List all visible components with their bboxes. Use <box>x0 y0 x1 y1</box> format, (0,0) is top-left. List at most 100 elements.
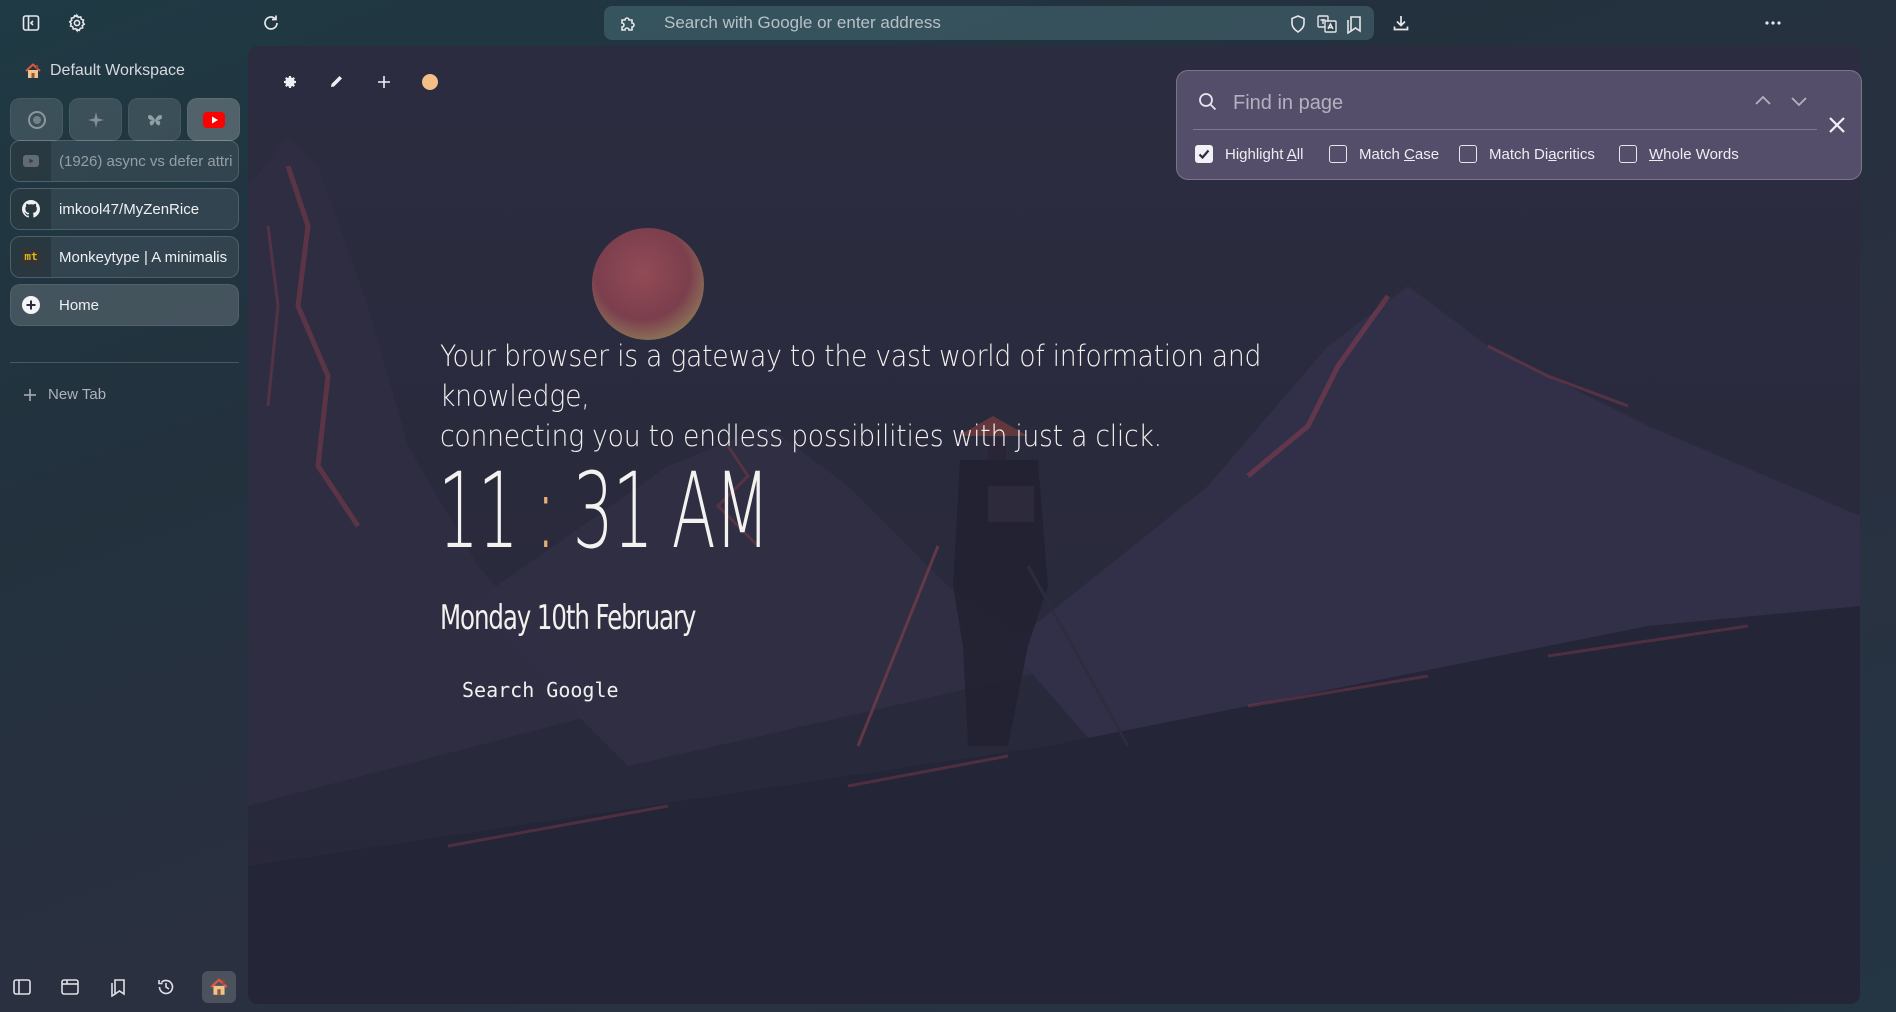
bookmarks-icon <box>111 979 125 997</box>
pinned-site-1[interactable] <box>10 98 63 141</box>
translate-icon <box>1317 15 1337 33</box>
match-diacritics-checkbox[interactable] <box>1459 145 1477 163</box>
more-horizontal-icon <box>1765 21 1781 25</box>
history-icon <box>158 979 174 995</box>
match-case-option[interactable]: Match Case <box>1329 145 1439 163</box>
reader-mode-button[interactable] <box>1344 14 1366 34</box>
find-input-underline <box>1193 129 1817 130</box>
label-part: hole Words <box>1663 145 1739 163</box>
monkeytype-icon: mt <box>21 248 41 266</box>
workspace-switch-button[interactable] <box>202 971 236 1003</box>
newtab-settings-button[interactable] <box>276 68 304 96</box>
bookmarks-stack-icon <box>1347 16 1361 34</box>
search-icon <box>1197 91 1219 113</box>
label-part: ase <box>1414 145 1440 163</box>
find-input[interactable] <box>1233 87 1733 119</box>
tab-monkeytype[interactable]: mt Monkeytype | A minimalis <box>10 236 239 278</box>
match-case-label: Match Case <box>1359 146 1439 163</box>
label-part: critics <box>1556 145 1595 163</box>
tab-favicon <box>11 285 51 325</box>
menu-button[interactable] <box>1758 9 1788 37</box>
tab-label: imkool47/MyZenRice <box>59 200 200 218</box>
workspace-title-label: Default Workspace <box>50 62 185 79</box>
sidebar-toggle-icon <box>22 15 40 31</box>
new-tab-button[interactable]: New Tab <box>22 386 106 403</box>
gear-icon <box>284 76 296 88</box>
tab-favicon <box>11 141 51 181</box>
plus-icon <box>378 76 390 88</box>
whole-words-checkbox[interactable] <box>1619 145 1637 163</box>
sparkle-icon <box>87 111 104 128</box>
toggle-sidebar-button[interactable] <box>16 9 46 37</box>
checkmark-icon <box>1198 149 1210 160</box>
tab-async-vs-defer[interactable]: (1926) async vs defer attri <box>10 140 239 182</box>
add-button[interactable] <box>370 68 398 96</box>
plus-icon <box>24 388 36 401</box>
tab-label: Home <box>59 296 100 314</box>
pencil-icon <box>331 76 342 87</box>
tabs-overview-button[interactable] <box>54 972 86 1002</box>
top-toolbar <box>0 0 1896 46</box>
history-button[interactable] <box>150 972 182 1002</box>
sidebar-panel-button[interactable] <box>6 972 38 1002</box>
workspace-title[interactable]: Default Workspace <box>24 62 185 80</box>
pinned-site-3[interactable] <box>128 98 181 141</box>
butterfly-icon <box>147 114 162 125</box>
access-key: A <box>1286 145 1297 163</box>
url-input[interactable] <box>664 10 1264 36</box>
close-find-button[interactable] <box>1823 111 1851 139</box>
new-tab-label: New Tab <box>48 386 107 403</box>
whole-words-option[interactable]: Whole Words <box>1619 145 1739 163</box>
reload-button[interactable] <box>256 9 286 37</box>
download-icon <box>1393 16 1409 31</box>
extensions-button[interactable] <box>618 13 640 33</box>
tab-myzenrice[interactable]: imkool47/MyZenRice <box>10 188 239 230</box>
circle-logo-icon <box>27 110 46 129</box>
shield-icon <box>1291 15 1305 33</box>
find-next-button[interactable] <box>1787 89 1811 113</box>
tracking-protection-button[interactable] <box>1288 14 1310 34</box>
highlight-all-checkbox[interactable] <box>1195 145 1213 163</box>
github-icon <box>22 200 40 218</box>
access-key: W <box>1649 145 1664 163</box>
match-case-checkbox[interactable] <box>1329 145 1347 163</box>
find-in-page-bar: Highlight All Match Case Match Diacritic… <box>1176 70 1862 180</box>
access-key: a <box>1548 145 1557 163</box>
youtube-dim-icon <box>23 155 39 167</box>
window-icon <box>61 979 79 995</box>
clock-minutes: 31 AM <box>572 450 770 572</box>
whole-words-label: Whole Words <box>1649 146 1739 163</box>
plus-circle-icon <box>22 296 40 314</box>
google-search-input[interactable] <box>462 674 842 706</box>
house-emoji-icon <box>210 978 228 995</box>
translate-button[interactable] <box>1316 14 1338 34</box>
clock-hours: 11 <box>438 450 519 572</box>
close-icon <box>1829 117 1845 133</box>
highlight-all-option[interactable]: Highlight All <box>1195 145 1303 163</box>
edit-button[interactable] <box>322 68 350 96</box>
sidebar-bottom-toolbar <box>0 966 246 1006</box>
highlight-all-label: Highlight All <box>1225 146 1303 163</box>
settings-button[interactable] <box>62 9 92 37</box>
chevron-down-icon <box>1791 97 1807 107</box>
youtube-icon <box>202 111 225 128</box>
sidebar-divider <box>10 362 239 363</box>
pinned-youtube[interactable] <box>187 98 240 141</box>
match-diacritics-option[interactable]: Match Diacritics <box>1459 145 1595 163</box>
label-part: Match Di <box>1489 145 1549 163</box>
bookmarks-button[interactable] <box>102 972 134 1002</box>
url-bar[interactable] <box>604 6 1374 40</box>
gear-icon <box>68 13 86 33</box>
greeting-quote: Your browser is a gateway to the vast wo… <box>440 336 1323 456</box>
label-part: Match <box>1359 145 1405 163</box>
match-diacritics-label: Match Diacritics <box>1489 146 1595 163</box>
pinned-site-2[interactable] <box>69 98 122 141</box>
tab-home[interactable]: Home <box>10 284 239 326</box>
access-key: C <box>1404 145 1415 163</box>
downloads-button[interactable] <box>1386 9 1416 37</box>
find-previous-button[interactable] <box>1751 89 1775 113</box>
label-part: ll <box>1296 145 1304 163</box>
sidebar: Default Workspace (1926) async vs defer … <box>0 46 246 1012</box>
color-dot-icon <box>422 74 438 90</box>
theme-color-button[interactable] <box>416 68 444 96</box>
